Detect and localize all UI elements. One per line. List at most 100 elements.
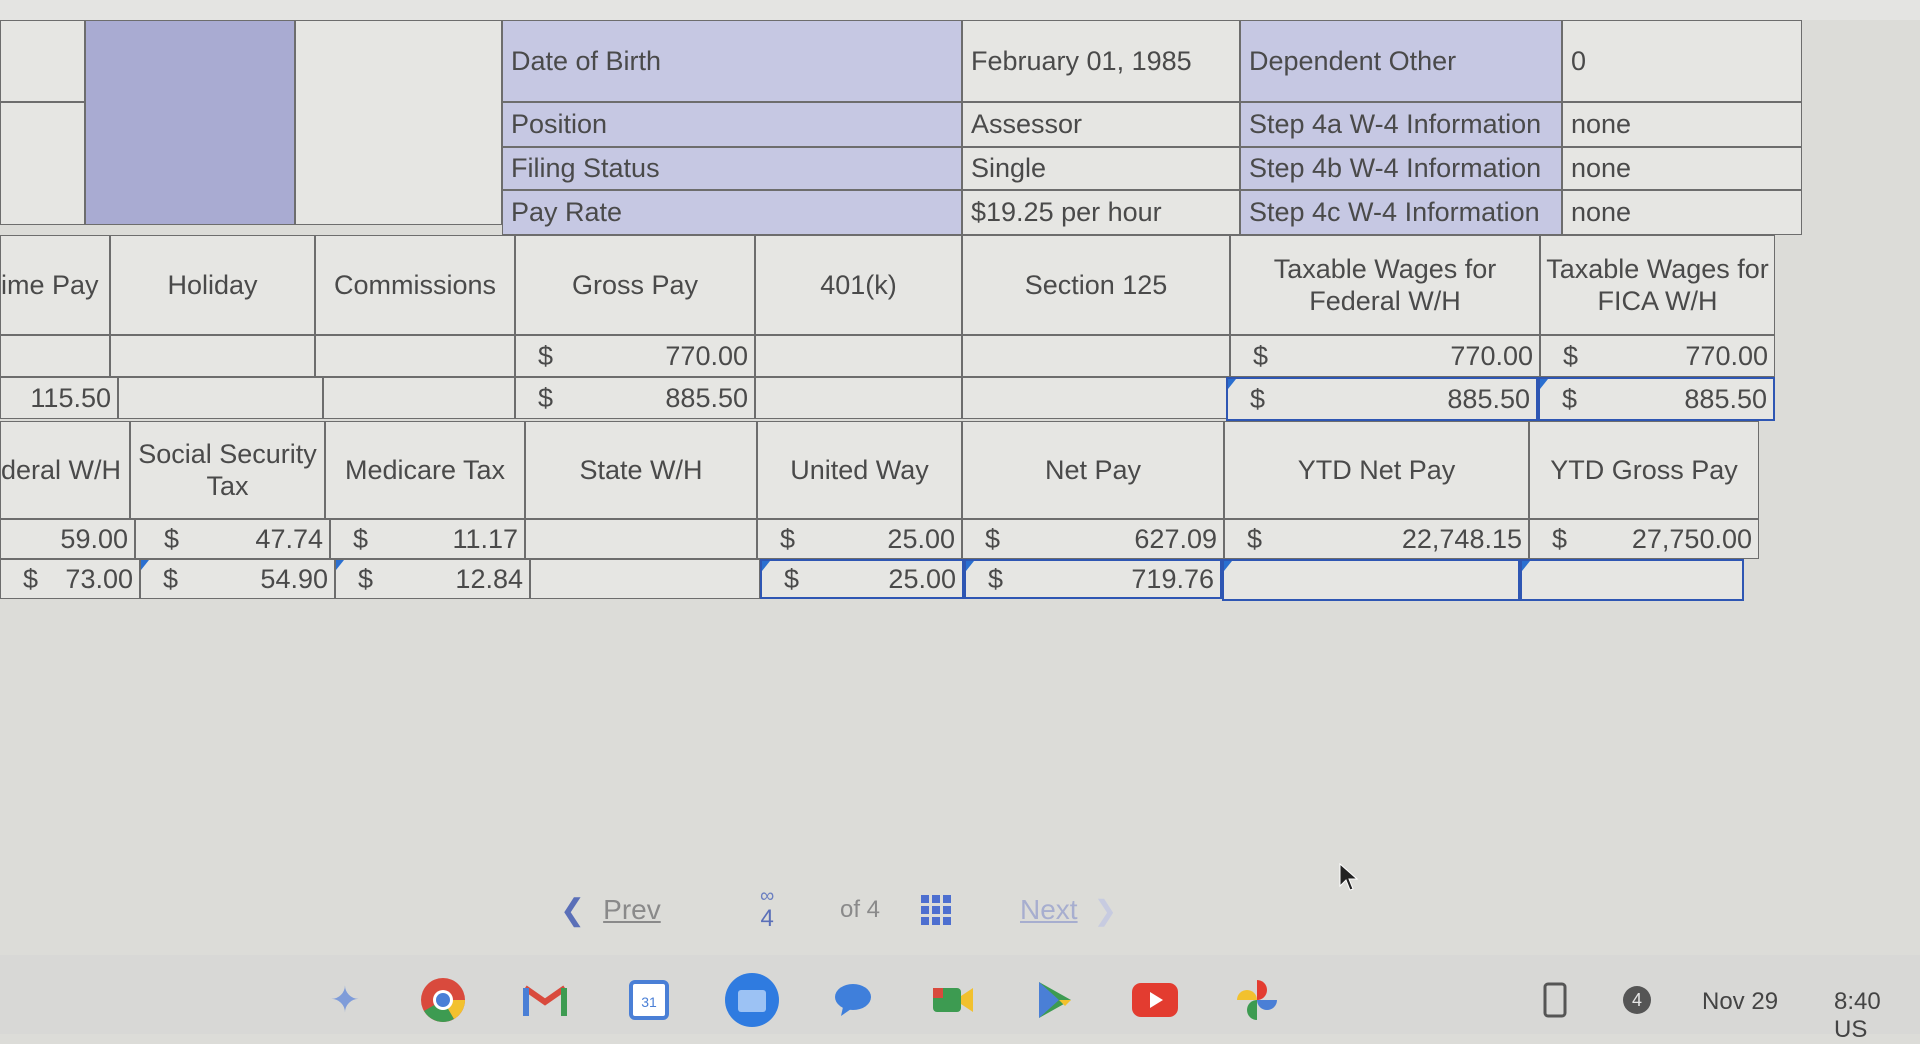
currency: $ xyxy=(23,563,39,594)
currency: $ xyxy=(164,523,180,554)
position-value[interactable]: Assessor xyxy=(962,102,1240,147)
cell-social-security-r4[interactable]: $54.90 xyxy=(140,559,335,599)
currency: $ xyxy=(988,563,1004,594)
cell-taxable-fed-r1[interactable]: $770.00 xyxy=(1230,335,1540,377)
cell-blank[interactable] xyxy=(0,102,85,225)
header-section-125: Section 125 xyxy=(962,235,1230,335)
cell-ytd-net-r3[interactable]: $22,748.15 xyxy=(1224,519,1529,559)
cell-commissions-r1[interactable] xyxy=(315,335,515,377)
cell-section125-r1[interactable] xyxy=(962,335,1230,377)
link-icon: ∞ xyxy=(760,885,775,907)
chevron-left-icon: ❮ xyxy=(560,893,586,927)
photos-icon[interactable] xyxy=(1234,977,1280,1023)
cell-ytd-gross-r4[interactable] xyxy=(1520,559,1744,601)
cell-united-way-r3[interactable]: $25.00 xyxy=(757,519,962,559)
cell-blank[interactable] xyxy=(295,20,502,225)
cell-gross-r2[interactable]: $885.50 xyxy=(515,377,755,419)
next-button[interactable]: Next ❯ xyxy=(1020,880,1117,940)
cell-state-wh-r3[interactable] xyxy=(525,519,757,559)
cell-section125-r2[interactable] xyxy=(962,377,1230,419)
notification-badge[interactable]: 4 xyxy=(1614,977,1660,1023)
amount: 12.84 xyxy=(455,563,523,594)
cell-social-security-r3[interactable]: $47.74 xyxy=(135,519,330,559)
payrate-value[interactable]: $19.25 per hour xyxy=(962,190,1240,235)
header-gross-pay: Gross Pay xyxy=(515,235,755,335)
header-social-security: Social Security Tax xyxy=(130,421,325,519)
dob-value[interactable]: February 01, 1985 xyxy=(962,20,1240,102)
filing-label: Filing Status xyxy=(502,147,962,190)
cell-overtime-r1[interactable] xyxy=(0,335,110,377)
currency: $ xyxy=(1247,523,1263,554)
cell-federal-wh-r4[interactable]: $73.00 xyxy=(0,559,140,599)
header-ytd-net-pay: YTD Net Pay xyxy=(1224,421,1529,519)
phone-hub-icon[interactable] xyxy=(1532,977,1578,1023)
shaded-block xyxy=(85,20,295,225)
calendar-icon[interactable]: 31 xyxy=(626,977,672,1023)
launcher-icon[interactable]: ✦ xyxy=(322,977,368,1023)
cell-gross-r1[interactable]: $770.00 xyxy=(515,335,755,377)
chevron-right-icon: ❯ xyxy=(1093,894,1118,926)
filing-value[interactable]: Single xyxy=(962,147,1240,190)
step4c-value[interactable]: none xyxy=(1562,190,1802,235)
cell-ytd-net-r4[interactable] xyxy=(1222,559,1520,601)
amount: 885.50 xyxy=(665,382,748,413)
meet-icon[interactable] xyxy=(930,977,976,1023)
amount: 770.00 xyxy=(1450,340,1533,371)
gmail-icon[interactable] xyxy=(522,977,568,1023)
files-icon[interactable] xyxy=(724,972,780,1028)
amount: 27,750.00 xyxy=(1631,523,1752,554)
step4b-value[interactable]: none xyxy=(1562,147,1802,190)
amount: 25.00 xyxy=(887,523,955,554)
page-number: 4 xyxy=(760,905,774,932)
dependent-value[interactable]: 0 xyxy=(1562,20,1802,102)
step4a-value[interactable]: none xyxy=(1562,102,1802,147)
currency: $ xyxy=(1562,383,1578,414)
step4b-label: Step 4b W-4 Information xyxy=(1240,147,1562,190)
cell-taxable-fed-r2[interactable]: $885.50 xyxy=(1226,377,1538,421)
cell-state-wh-r4[interactable] xyxy=(530,559,760,599)
header-ytd-gross-pay: YTD Gross Pay xyxy=(1529,421,1759,519)
cell-holiday-r1[interactable] xyxy=(110,335,315,377)
step4c-label: Step 4c W-4 Information xyxy=(1240,190,1562,235)
page-indicator[interactable]: ∞ 4 xyxy=(760,880,774,940)
chrome-icon[interactable] xyxy=(420,977,466,1023)
cell-commissions-r2[interactable] xyxy=(323,377,515,419)
play-store-icon[interactable] xyxy=(1032,977,1078,1023)
amount: 115.50 xyxy=(30,382,111,413)
amount: 22,748.15 xyxy=(1401,523,1522,554)
prev-button[interactable]: ❮ Prev xyxy=(560,880,661,940)
currency: $ xyxy=(1563,340,1579,371)
header-medicare: Medicare Tax xyxy=(325,421,525,519)
grid-view-icon[interactable] xyxy=(920,880,952,940)
chat-icon[interactable] xyxy=(830,977,876,1023)
cell-overtime-r2[interactable]: 115.50 xyxy=(0,377,118,419)
cell-holiday-r2[interactable] xyxy=(118,377,323,419)
cell-united-way-r4[interactable]: $25.00 xyxy=(760,559,964,599)
cell-medicare-r4[interactable]: $12.84 xyxy=(335,559,530,599)
time-label[interactable]: 8:40 US xyxy=(1834,988,1920,1044)
cell-blank[interactable] xyxy=(0,20,85,102)
currency: $ xyxy=(163,563,179,594)
cell-net-pay-r4[interactable]: $719.76 xyxy=(964,559,1222,599)
dependent-label: Dependent Other xyxy=(1240,20,1562,102)
cell-ytd-gross-r3[interactable]: $27,750.00 xyxy=(1529,519,1759,559)
amount: 11.17 xyxy=(452,523,518,554)
amount: 47.74 xyxy=(255,523,323,554)
cell-federal-wh-r3[interactable]: 59.00 xyxy=(0,519,135,559)
cell-net-pay-r3[interactable]: $627.09 xyxy=(962,519,1224,559)
cell-medicare-r3[interactable]: $11.17 xyxy=(330,519,525,559)
date-label[interactable]: Nov 29 xyxy=(1702,988,1778,1016)
amount: 627.09 xyxy=(1134,523,1217,554)
youtube-icon[interactable] xyxy=(1132,977,1178,1023)
cell-401k-r1[interactable] xyxy=(755,335,962,377)
cell-401k-r2[interactable] xyxy=(755,377,962,419)
step4a-label: Step 4a W-4 Information xyxy=(1240,102,1562,147)
svg-text:31: 31 xyxy=(641,994,657,1010)
currency: $ xyxy=(985,523,1001,554)
amount: 73.00 xyxy=(65,563,133,594)
header-federal-wh: deral W/H xyxy=(0,421,130,519)
cell-taxable-fica-r2[interactable]: $885.50 xyxy=(1538,377,1775,421)
dob-label: Date of Birth xyxy=(502,20,962,102)
cell-taxable-fica-r1[interactable]: $770.00 xyxy=(1540,335,1775,377)
header-taxable-federal: Taxable Wages for Federal W/H xyxy=(1230,235,1540,335)
